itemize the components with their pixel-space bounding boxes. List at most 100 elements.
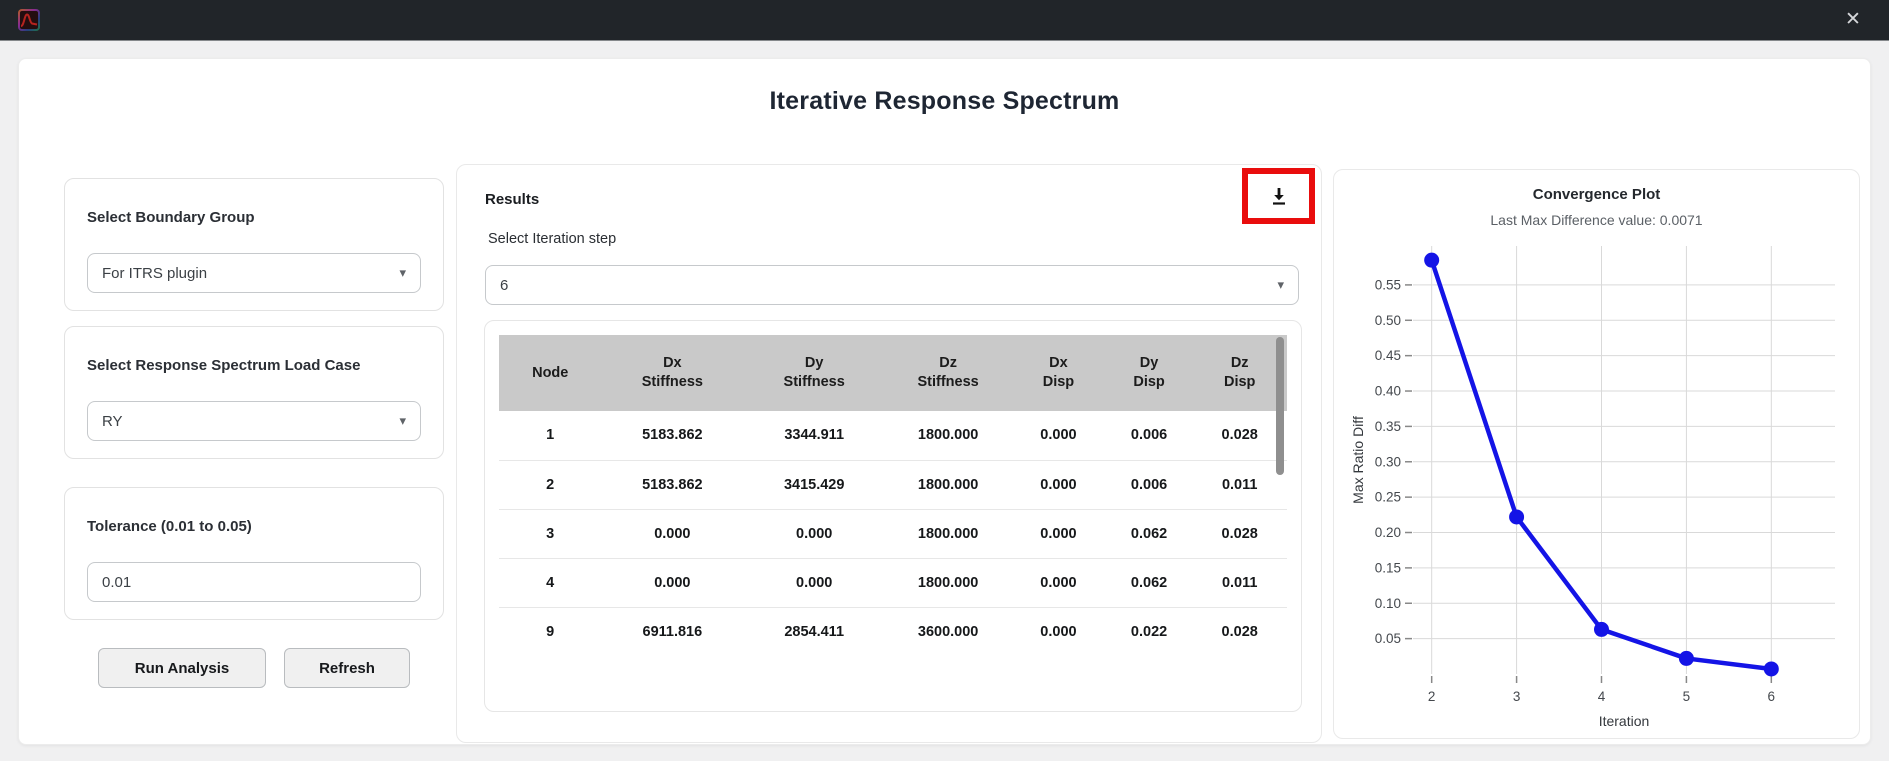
load-case-select[interactable]: RY ▾ — [87, 401, 421, 441]
download-highlight-box — [1242, 168, 1315, 224]
left-controls-column: Select Boundary Group For ITRS plugin ▾ … — [64, 178, 444, 688]
load-case-label: Select Response Spectrum Load Case — [87, 357, 361, 374]
load-case-value: RY — [102, 412, 123, 430]
table-cell: 0.028 — [1221, 623, 1258, 640]
table-cell: 0.000 — [1040, 476, 1077, 493]
chart-point — [1509, 509, 1525, 525]
svg-text:0.20: 0.20 — [1375, 525, 1401, 540]
table-cell: 3415.429 — [783, 476, 845, 493]
action-buttons-row: Run Analysis Refresh — [64, 648, 444, 688]
table-cell: 0.000 — [1040, 427, 1077, 444]
table-row: 1 5183.862 3344.911 1800.000 0.000 0.006 0.028 — [499, 411, 1287, 460]
table-cell: 6911.816 — [642, 623, 703, 640]
window-titlebar: ✕ — [0, 0, 1889, 40]
run-analysis-button[interactable]: Run Analysis — [98, 648, 266, 688]
table-cell: 3 — [546, 525, 555, 542]
results-panel: Results Select Iteration step 6 ▾ Node Dx… — [456, 164, 1322, 743]
convergence-plot-panel: Convergence Plot Last Max Difference val… — [1333, 169, 1860, 739]
chevron-down-icon: ▾ — [399, 265, 406, 280]
svg-text:5: 5 — [1683, 689, 1691, 704]
table-cell: 0.062 — [1130, 525, 1168, 542]
table-cell: 0.000 — [796, 525, 833, 542]
table-cell: 0.006 — [1130, 476, 1168, 493]
chart-point — [1763, 661, 1779, 677]
table-cell: 0.000 — [1040, 525, 1077, 542]
table-cell: 0.062 — [1130, 574, 1168, 591]
table-header-cell: Dx Stiffness — [601, 335, 744, 411]
table-cell: 3600.000 — [917, 623, 979, 640]
boundary-group-label: Select Boundary Group — [87, 209, 255, 226]
table-cell: 0.028 — [1221, 525, 1258, 542]
boundary-group-select[interactable]: For ITRS plugin ▾ — [87, 253, 421, 293]
tolerance-label: Tolerance (0.01 to 0.05) — [87, 518, 252, 535]
table-cell: 1 — [546, 427, 555, 444]
svg-text:0.50: 0.50 — [1375, 313, 1401, 328]
table-scrollbar-thumb[interactable] — [1276, 337, 1284, 475]
chart-point — [1424, 252, 1440, 268]
table-cell: 1800.000 — [917, 574, 979, 591]
svg-text:0.45: 0.45 — [1375, 348, 1401, 363]
table-cell: 2 — [546, 476, 555, 493]
table-cell: 0.000 — [1040, 574, 1077, 591]
svg-text:0.10: 0.10 — [1375, 596, 1401, 611]
table-header-cell: Dy Disp — [1105, 335, 1193, 411]
chart-subtitle: Last Max Difference value: 0.0071 — [1490, 212, 1703, 228]
svg-text:6: 6 — [1768, 689, 1776, 704]
table-cell: 0.000 — [654, 525, 691, 542]
tolerance-card: Tolerance (0.01 to 0.05) — [64, 487, 444, 620]
iteration-step-value: 6 — [500, 276, 509, 294]
chevron-down-icon: ▾ — [399, 413, 406, 428]
table-header-cell: Dz Stiffness — [885, 335, 1012, 411]
boundary-group-value: For ITRS plugin — [102, 264, 208, 282]
close-icon[interactable]: ✕ — [1839, 7, 1867, 33]
table-row: 4 0.000 0.000 1800.000 0.000 0.062 0.011 — [499, 558, 1287, 607]
svg-text:0.55: 0.55 — [1375, 277, 1401, 292]
chart-title: Convergence Plot — [1532, 186, 1661, 203]
y-axis-label: Max Ratio Diff — [1350, 416, 1366, 504]
svg-text:0.35: 0.35 — [1375, 419, 1401, 434]
chart-point — [1593, 621, 1609, 637]
table-cell: 0.011 — [1221, 574, 1258, 591]
table-cell: 1800.000 — [917, 476, 979, 493]
svg-text:0.30: 0.30 — [1375, 454, 1401, 469]
table-cell: 0.028 — [1221, 427, 1258, 444]
table-header-cell: Node — [499, 335, 602, 411]
tolerance-field[interactable] — [102, 573, 406, 591]
convergence-chart: 2 3 4 5 6 0.05 0.10 0.15 0.20 0.25 0.30 0.35 0.40 0.4… — [1350, 246, 1835, 729]
table-row: 9 6911.816 2854.411 3600.000 0.000 0.022 0.028 — [499, 607, 1287, 656]
load-case-card: Select Response Spectrum Load Case RY ▾ — [64, 326, 444, 459]
table-cell: 2854.411 — [784, 623, 845, 640]
chart-point — [1678, 650, 1694, 666]
table-cell: 0.000 — [654, 574, 691, 591]
table-cell: 1800.000 — [917, 525, 979, 542]
svg-text:0.15: 0.15 — [1375, 560, 1401, 575]
table-cell: 9 — [546, 623, 555, 640]
table-cell: 5183.862 — [642, 476, 703, 493]
download-icon — [1272, 188, 1285, 205]
table-row: 2 5183.862 3415.429 1800.000 0.000 0.006 0.011 — [499, 460, 1287, 509]
table-header-cell: Dy Stiffness — [743, 335, 886, 411]
table-cell: 0.000 — [796, 574, 833, 591]
svg-text:0.05: 0.05 — [1375, 631, 1401, 646]
svg-text:0.40: 0.40 — [1375, 384, 1401, 399]
table-cell: 1800.000 — [917, 427, 979, 444]
x-axis-label: Iteration — [1599, 713, 1650, 729]
svg-text:4: 4 — [1598, 689, 1606, 704]
refresh-button[interactable]: Refresh — [284, 648, 410, 688]
svg-text:0.25: 0.25 — [1375, 490, 1401, 505]
results-title: Results — [485, 191, 540, 208]
main-panel: Iterative Response Spectrum Select Bound… — [18, 58, 1871, 745]
iteration-step-label: Select Iteration step — [488, 231, 617, 247]
results-table-card: Node Dx Stiffness Dy Stiffness Dz Stiffness Dx D… — [484, 320, 1302, 712]
table-header-cell: Dx Disp — [1011, 335, 1106, 411]
svg-text:3: 3 — [1513, 689, 1521, 704]
app-logo-icon — [18, 9, 40, 31]
table-cell: 0.000 — [1040, 623, 1077, 640]
table-cell: 4 — [546, 574, 555, 591]
table-header-cell: Dz Disp — [1192, 335, 1287, 411]
table-row: 3 0.000 0.000 1800.000 0.000 0.062 0.028 — [499, 509, 1287, 558]
table-cell: 0.022 — [1130, 623, 1168, 640]
download-button[interactable] — [1248, 174, 1309, 218]
tolerance-field-wrap — [87, 562, 421, 602]
iteration-step-select[interactable]: 6 ▾ — [485, 265, 1299, 305]
